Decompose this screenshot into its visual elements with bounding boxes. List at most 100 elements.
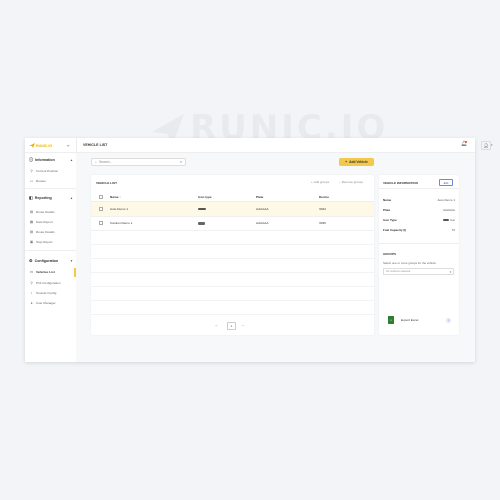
add-groups-button[interactable]: + Add groups (311, 180, 329, 184)
panel-divider (379, 243, 459, 244)
edit-button[interactable]: Edit (439, 179, 453, 186)
sidebar-item-poi-configuration[interactable]: ⚲ POI Configuration (29, 281, 75, 285)
row-checkbox[interactable] (99, 221, 103, 225)
sidebar-item-label: Routes (36, 179, 46, 183)
sidebar-item-label: User Manager (36, 301, 56, 305)
sidebar-item-sounds-config[interactable]: ♪ Sounds Config (29, 291, 75, 295)
sidebar: RUNIC.IO ⇤ ⓘ Information ▲ ⚲ Current Pos… (25, 138, 77, 362)
collapse-sidebar-icon[interactable]: ⇤ (67, 143, 70, 148)
sidebar-item-stop-report[interactable]: ▣ Stop Report (29, 240, 75, 244)
row-checkbox[interactable] (99, 207, 103, 211)
clear-icon[interactable]: × (180, 160, 182, 164)
info-row-plate: Plate AAAAAA (383, 208, 455, 212)
empty-row (91, 286, 374, 301)
car-icon (198, 207, 206, 211)
reporting-icon: ◧ (29, 195, 33, 200)
sidebar-item-routes[interactable]: ▭ Routes (29, 179, 75, 183)
sidebar-item-route-details[interactable]: ▤ Route Details (29, 210, 75, 214)
configuration-icon: ⚙ (29, 258, 33, 263)
cell-plate: AAAAAA (256, 221, 269, 225)
app-window: RUNIC.IO ⇤ ⓘ Information ▲ ⚲ Current Pos… (25, 138, 493, 362)
remove-groups-button[interactable]: − Remove groups (339, 180, 363, 184)
sidebar-divider (25, 152, 76, 153)
truck-icon (198, 221, 205, 225)
chevron-down-icon: ▾ (449, 269, 451, 274)
export-label: Export Excel (401, 318, 419, 322)
page-number[interactable]: 1 (227, 322, 236, 330)
sidebar-item-vehicles-list[interactable]: ▭ Vehicles List (29, 270, 75, 274)
car-icon (443, 219, 450, 222)
route-details-icon: ▤ (29, 230, 34, 234)
field-key: Plate (383, 208, 391, 212)
download-icon[interactable]: ↓ (446, 317, 451, 323)
remove-groups-label: Remove groups (341, 180, 363, 184)
sidebar-item-label: Stop Report (36, 240, 53, 244)
empty-row (91, 272, 374, 287)
search-input[interactable]: ⌕ Search... × (91, 158, 186, 166)
add-group-icon: + (311, 180, 313, 184)
sidebar-item-current-position[interactable]: ⚲ Current Position (29, 169, 75, 173)
cell-device: 3025 (319, 221, 326, 225)
panel-title: VEHICLE INFORMATION (383, 181, 418, 185)
location-icon: ⚲ (30, 169, 33, 173)
add-groups-label: Add groups (313, 180, 330, 184)
sidebar-item-label: Date Report (36, 220, 53, 224)
export-excel-button[interactable]: x Export Excel ↓ (383, 314, 455, 326)
groups-title: GROUPS (383, 252, 397, 256)
add-vehicle-label: Add Vehicle (349, 160, 368, 164)
sidebar-section-reporting[interactable]: ◧ Reporting ▲ (29, 195, 73, 200)
top-bar: VEHICLE LIST 🔔︎ 👤︎ ▾ (76, 138, 493, 153)
remove-group-icon: − (339, 180, 341, 184)
section-label: Reporting (34, 195, 52, 200)
column-header-device[interactable]: Device (319, 195, 329, 199)
column-header-icon-type[interactable]: Icon type (198, 195, 212, 199)
table-header: Name ↑ Icon type Plate Device (91, 193, 374, 202)
sidebar-section-configuration[interactable]: ⚙ Configuration ▼ (29, 258, 73, 263)
pagination: ← 1 → (91, 322, 374, 330)
search-icon: ⌕ (95, 160, 97, 164)
field-value: Auto Demo 1 (437, 198, 455, 202)
search-placeholder: Search... (98, 160, 113, 164)
field-value: Car (443, 218, 455, 222)
sidebar-divider (25, 188, 76, 189)
excel-file-icon: x (388, 316, 394, 324)
stop-report-icon: ▣ (29, 240, 34, 244)
empty-row (91, 258, 374, 273)
sidebar-section-information[interactable]: ⓘ Information ▲ (29, 157, 73, 163)
select-all-checkbox[interactable] (99, 195, 103, 199)
vehicle-list-card: VEHICLE LIST + Add groups − Remove group… (91, 175, 374, 335)
chevron-down-icon[interactable]: ▾ (491, 143, 493, 147)
sidebar-divider (25, 250, 76, 251)
sidebar-item-route-details-2[interactable]: ▤ Route Details (29, 230, 75, 234)
logo-icon (29, 143, 35, 148)
next-page-icon[interactable]: → (241, 323, 245, 327)
sidebar-item-date-report[interactable]: ▦ Date Report (29, 220, 75, 224)
table-row[interactable]: Camion Demo 1 AAAAAA 3025 (91, 216, 374, 231)
info-icon: ⓘ (29, 157, 33, 162)
card-title: VEHICLE LIST (96, 181, 117, 185)
sidebar-item-label: Vehicles List (36, 270, 55, 274)
info-row-icon-type: Icon Type Car (383, 218, 455, 222)
empty-row (91, 230, 374, 245)
user-icon: ● (30, 301, 33, 305)
brand-logo[interactable]: RUNIC.IO (29, 143, 52, 148)
user-avatar-icon[interactable]: 👤︎ (481, 141, 491, 150)
table-row[interactable]: Auto Demo 1 AAAAAA 3024 (91, 202, 374, 217)
sidebar-item-label: Current Position (36, 169, 59, 173)
chevron-up-icon: ▲ (70, 195, 73, 200)
empty-row (91, 300, 374, 315)
groups-select[interactable]: No matches selected ▾ (383, 268, 454, 275)
column-header-name[interactable]: Name ↑ (110, 195, 121, 199)
column-header-plate[interactable]: Plate (256, 195, 263, 199)
cell-name: Auto Demo 1 (110, 207, 129, 211)
vehicle-information-panel: VEHICLE INFORMATION Edit Name Auto Demo … (379, 175, 459, 335)
cell-device: 3024 (319, 207, 326, 211)
prev-page-icon[interactable]: ← (215, 323, 219, 327)
sidebar-item-label: Sounds Config (36, 291, 57, 295)
route-details-icon: ▤ (29, 210, 34, 214)
sidebar-item-user-manager[interactable]: ● User Manager (29, 301, 75, 305)
add-vehicle-button[interactable]: + Add Vehicle (339, 158, 374, 166)
info-row-name: Name Auto Demo 1 (383, 198, 455, 202)
date-report-icon: ▦ (29, 220, 34, 224)
routes-icon: ▭ (29, 179, 34, 183)
